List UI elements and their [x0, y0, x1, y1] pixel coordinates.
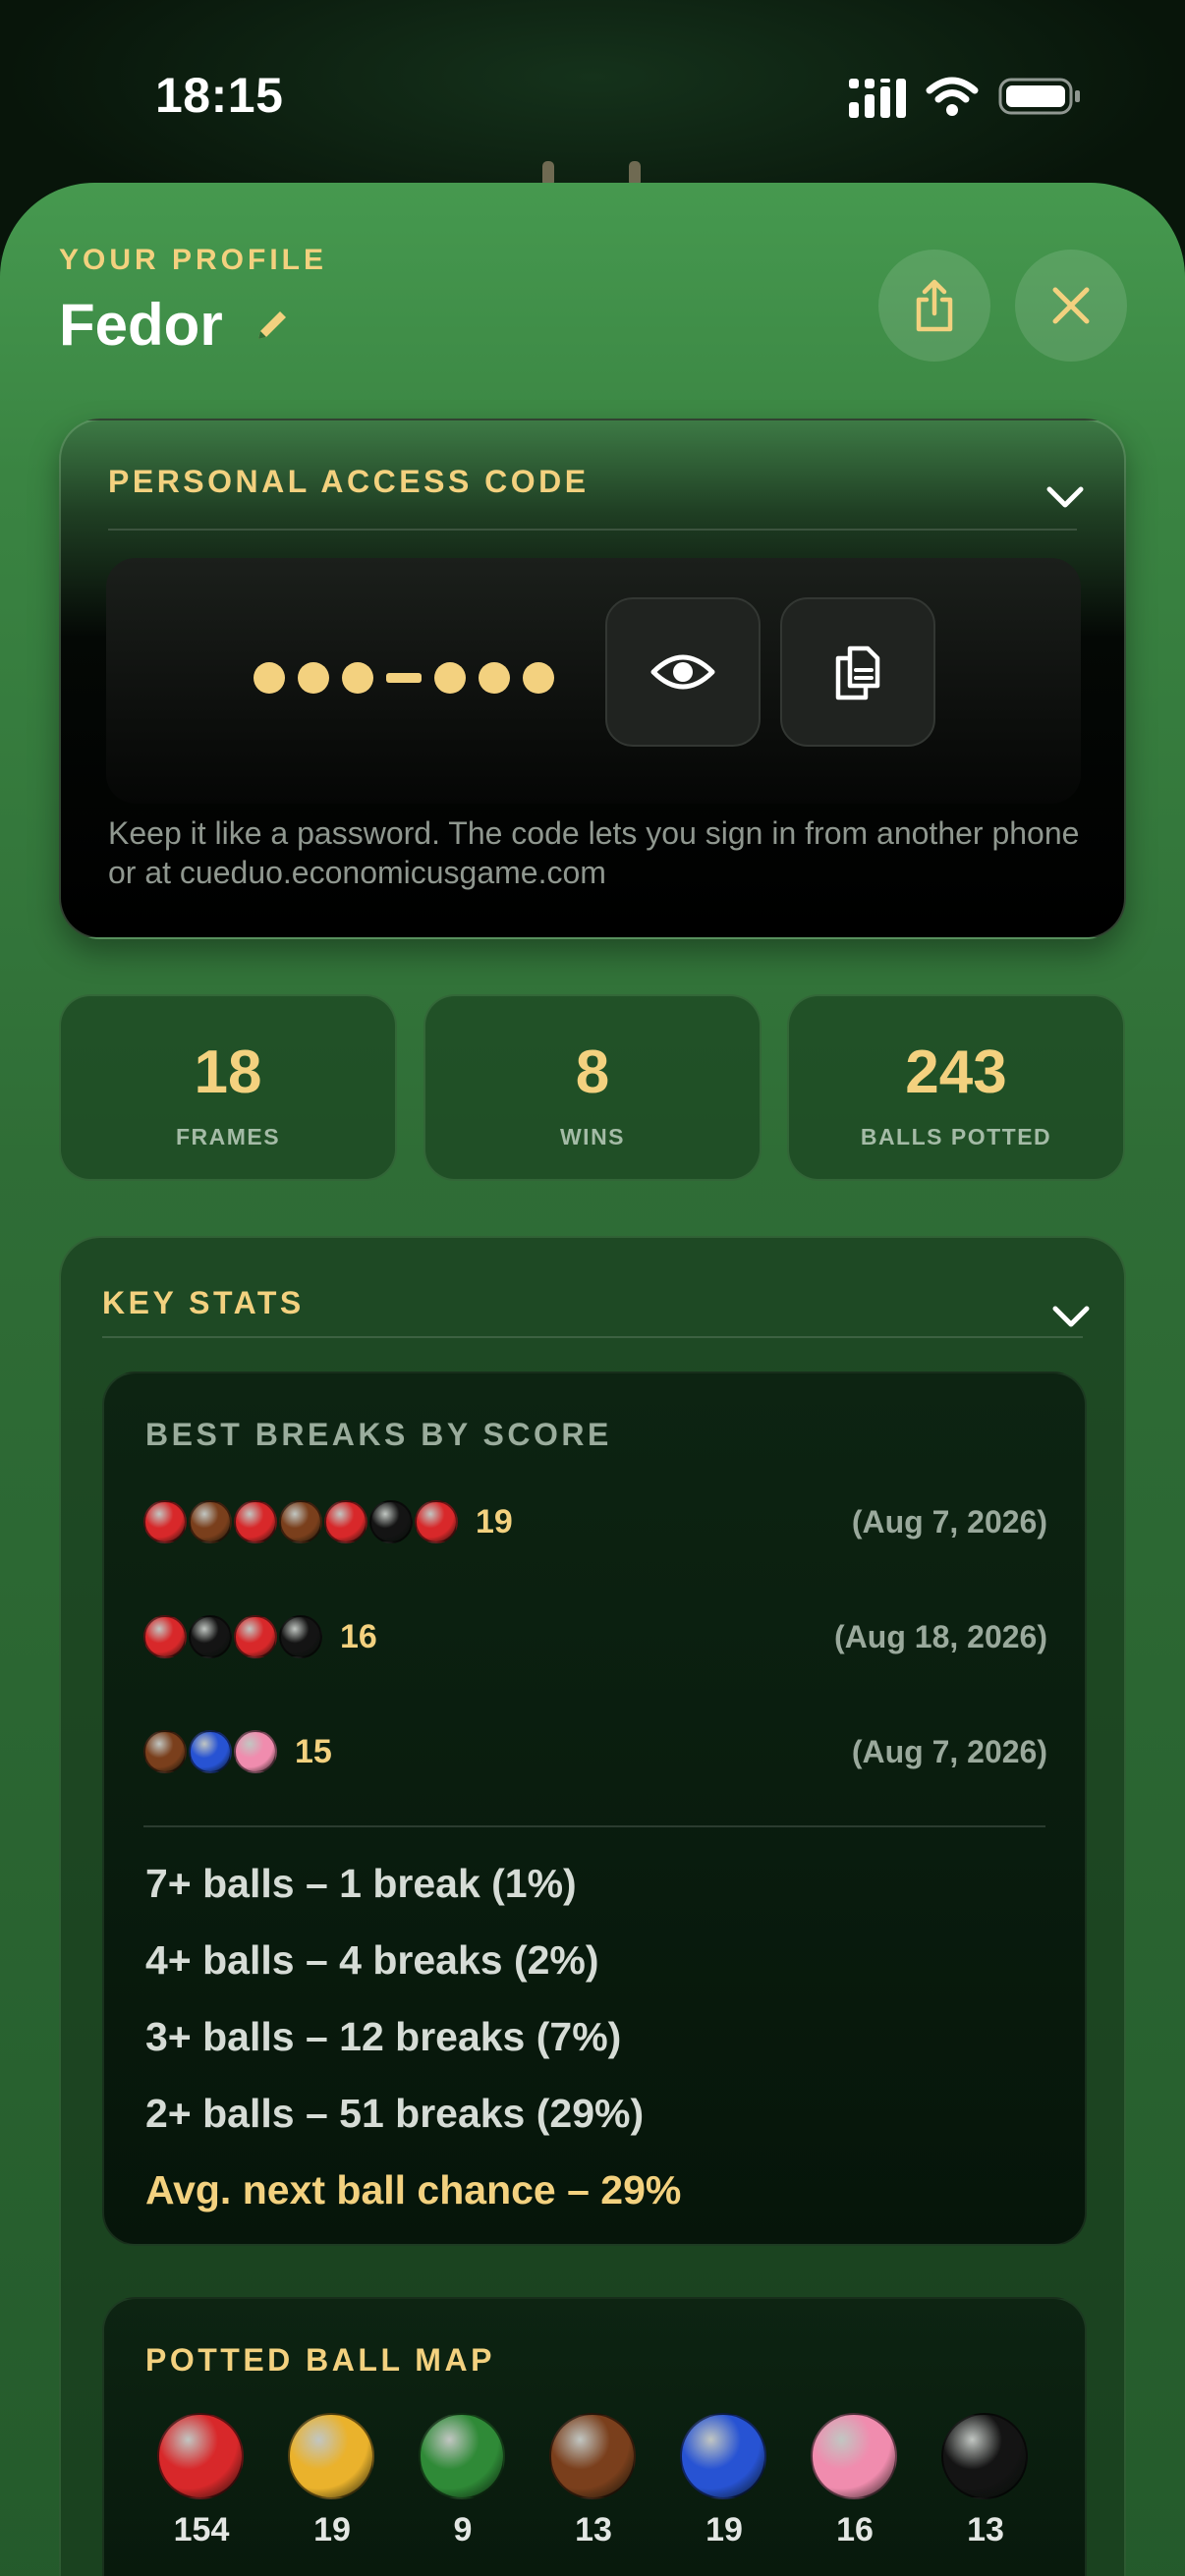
masked-code — [254, 658, 567, 698]
pencil-icon[interactable] — [253, 306, 292, 345]
ball-brown-icon — [143, 1730, 187, 1773]
stat-label: FRAMES — [175, 1124, 281, 1149]
break-row: 15 (Aug 7, 2026) — [143, 1727, 1047, 1776]
stat-balls-potted: 243 BALLS POTTED — [787, 994, 1125, 1181]
ball-pink-icon — [234, 1730, 277, 1773]
ball-icon — [549, 2413, 636, 2499]
ball-icon — [941, 2413, 1028, 2499]
ball-red-icon — [234, 1500, 277, 1543]
share-button[interactable] — [878, 250, 990, 362]
potted-ball-blue: 19 — [680, 2413, 768, 2549]
break-summary-line: 7+ balls – 1 break (1%) — [145, 1861, 577, 1906]
potted-ball-map-title: POTTED BALL MAP — [145, 2342, 495, 2378]
access-code-title: PERSONAL ACCESS CODE — [108, 464, 590, 499]
ball-red-icon — [143, 1615, 187, 1658]
break-row: 19 (Aug 7, 2026) — [143, 1497, 1047, 1546]
potted-ball-brown: 13 — [549, 2413, 638, 2549]
ball-black-icon — [279, 1615, 322, 1658]
potted-count: 9 — [453, 2511, 473, 2548]
break-date: (Aug 7, 2026) — [851, 1503, 1047, 1540]
avg-next-ball-chance: Avg. next ball chance – 29% — [145, 2167, 682, 2212]
stat-wins: 8 WINS — [423, 994, 762, 1181]
close-icon — [1052, 287, 1090, 324]
stat-value: 243 — [905, 1038, 1007, 1106]
share-icon — [916, 279, 953, 332]
potted-count: 13 — [967, 2511, 1004, 2548]
best-breaks-title: BEST BREAKS BY SCORE — [145, 1417, 612, 1452]
break-score: 15 — [295, 1732, 332, 1770]
eye-icon — [650, 654, 715, 690]
ball-icon — [419, 2413, 505, 2499]
profile-name: Fedor — [59, 292, 223, 358]
ball-icon — [811, 2413, 897, 2499]
stat-frames: 18 FRAMES — [59, 994, 397, 1181]
cellular-signal-icon — [849, 79, 906, 118]
stat-label: BALLS POTTED — [860, 1124, 1052, 1149]
potted-ball-red: 154 — [157, 2413, 246, 2549]
potted-ball-map-panel: POTTED BALL MAP 154 19 9 13 19 16 13 — [102, 2297, 1087, 2576]
ball-icon — [288, 2413, 374, 2499]
profile-name-row: Fedor — [59, 291, 292, 359]
ball-icon — [680, 2413, 766, 2499]
break-balls — [143, 1730, 279, 1773]
copy-code-button[interactable] — [780, 597, 935, 747]
stat-label: WINS — [559, 1124, 626, 1149]
potted-ball-pink: 16 — [811, 2413, 899, 2549]
break-score: 16 — [340, 1617, 377, 1655]
ball-icon — [157, 2413, 244, 2499]
ball-black-icon — [369, 1500, 413, 1543]
break-balls — [143, 1500, 460, 1543]
potted-count: 16 — [836, 2511, 874, 2548]
access-code-card: PERSONAL ACCESS CODE Keep it like a pass… — [59, 419, 1126, 939]
break-date: (Aug 18, 2026) — [834, 1618, 1047, 1654]
status-bar: 18:15 — [0, 0, 1185, 187]
potted-count: 13 — [575, 2511, 612, 2548]
break-summary-line: 3+ balls – 12 breaks (7%) — [145, 2014, 622, 2059]
potted-count: 19 — [313, 2511, 351, 2548]
potted-ball-green: 9 — [419, 2413, 507, 2549]
best-breaks-panel: BEST BREAKS BY SCORE 19 (Aug 7, 2026) 16… — [102, 1372, 1087, 2246]
divider — [143, 1825, 1045, 1827]
potted-count: 154 — [173, 2511, 230, 2548]
ball-red-icon — [324, 1500, 367, 1543]
ball-blue-icon — [189, 1730, 232, 1773]
ball-red-icon — [234, 1615, 277, 1658]
break-summary-line: 4+ balls – 4 breaks (2%) — [145, 1937, 599, 1983]
profile-eyebrow: YOUR PROFILE — [59, 244, 328, 276]
battery-icon — [998, 78, 1080, 115]
chevron-down-icon[interactable] — [1051, 1303, 1091, 1330]
divider — [102, 1336, 1083, 1338]
break-row: 16 (Aug 18, 2026) — [143, 1612, 1047, 1661]
ball-brown-icon — [279, 1500, 322, 1543]
ball-red-icon — [415, 1500, 458, 1543]
reveal-code-button[interactable] — [605, 597, 761, 747]
potted-ball-black: 13 — [941, 2413, 1030, 2549]
ball-brown-icon — [189, 1500, 232, 1543]
profile-sheet: YOUR PROFILE Fedor PERSONAL ACCESS CODE — [0, 183, 1185, 2576]
ball-red-icon — [143, 1500, 187, 1543]
ball-black-icon — [189, 1615, 232, 1658]
access-code-note: Keep it like a password. The code lets y… — [108, 815, 1080, 890]
break-date: (Aug 7, 2026) — [851, 1733, 1047, 1769]
close-button[interactable] — [1015, 250, 1127, 362]
status-time: 18:15 — [155, 68, 284, 123]
potted-count: 19 — [705, 2511, 743, 2548]
wifi-icon — [926, 77, 979, 116]
break-summary-line: 2+ balls – 51 breaks (29%) — [145, 2091, 645, 2136]
key-stats-title: KEY STATS — [102, 1285, 305, 1320]
break-score: 19 — [476, 1502, 513, 1540]
copy-icon — [835, 645, 880, 700]
access-code-panel — [106, 558, 1081, 804]
stat-value: 18 — [194, 1038, 262, 1106]
key-stats-card: KEY STATS BEST BREAKS BY SCORE 19 (Aug 7… — [59, 1236, 1126, 2576]
potted-ball-yellow: 19 — [288, 2413, 376, 2549]
break-balls — [143, 1615, 324, 1658]
stat-value: 8 — [575, 1038, 610, 1106]
chevron-down-icon[interactable] — [1045, 483, 1085, 511]
divider — [108, 529, 1077, 531]
